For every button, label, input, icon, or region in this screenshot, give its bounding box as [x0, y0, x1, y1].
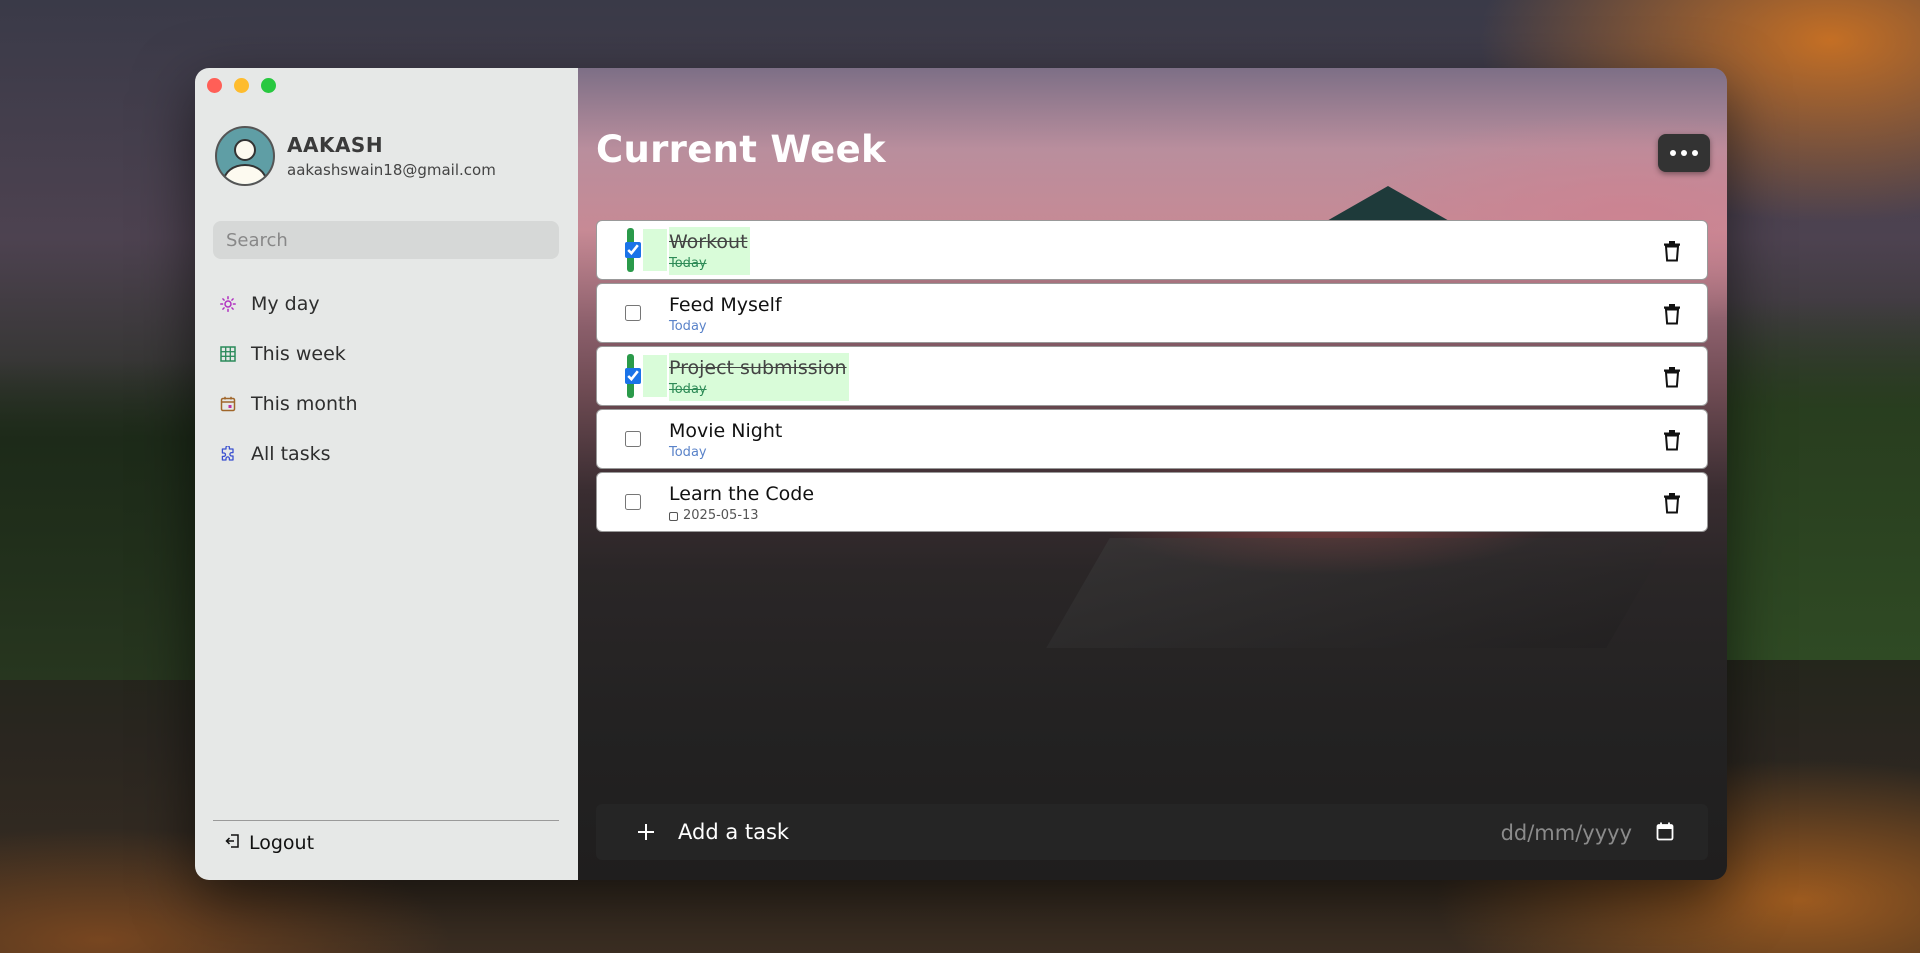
page-title: Current Week [596, 128, 886, 171]
task-date: Today [669, 319, 707, 334]
user-name: AAKASH [287, 133, 384, 157]
task-date-value: 2025-05-13 [683, 508, 759, 523]
add-task-input[interactable] [676, 811, 1380, 853]
sidebar-item-label: This week [251, 343, 346, 365]
sidebar-nav: My day This week This month All tasks [219, 279, 358, 479]
more-options-button[interactable] [1658, 134, 1710, 172]
calendar-icon [219, 395, 237, 413]
puzzle-icon [219, 445, 237, 463]
trash-icon [1664, 493, 1680, 514]
sidebar-item-label: All tasks [251, 443, 331, 465]
task-title: Feed Myself [669, 294, 782, 316]
sun-icon [219, 295, 237, 313]
task-text: Learn the Code 2025-05-13 [669, 479, 816, 527]
background-pier [1046, 538, 1670, 648]
background-forest-left [0, 360, 200, 680]
task-item: Workout Today [596, 220, 1708, 280]
task-title: Movie Night [669, 420, 783, 442]
search-input[interactable] [213, 221, 559, 259]
done-highlight [643, 355, 667, 397]
logout-label: Logout [249, 832, 315, 854]
sidebar-item-this-week[interactable]: This week [219, 329, 358, 379]
sidebar-item-all-tasks[interactable]: All tasks [219, 429, 358, 479]
calendar-icon [669, 511, 678, 521]
trash-icon [1664, 367, 1680, 388]
delete-task-button[interactable] [1663, 303, 1681, 325]
task-text: Feed Myself Today [669, 290, 784, 338]
delete-task-button[interactable] [1663, 366, 1681, 388]
task-date: 2025-05-13 [669, 507, 814, 525]
trash-icon [1664, 304, 1680, 325]
divider [213, 820, 559, 821]
task-date: Today [669, 445, 707, 460]
close-window-button[interactable] [207, 78, 222, 93]
app-window: AAKASH aakashswain18@gmail.com My day Th… [195, 68, 1727, 880]
more-icon-dot [1681, 150, 1687, 156]
plus-icon[interactable] [636, 822, 656, 842]
task-checkbox[interactable] [625, 494, 641, 510]
user-email: aakashswain18@gmail.com [287, 161, 496, 179]
delete-task-button[interactable] [1663, 429, 1681, 451]
task-date: Today [669, 256, 707, 271]
trash-icon [1664, 430, 1680, 451]
sidebar-item-this-month[interactable]: This month [219, 379, 358, 429]
task-list: Workout Today Feed Myself Today Project … [596, 220, 1708, 535]
calendar-picker-button[interactable] [1656, 822, 1674, 841]
logout-icon [225, 833, 241, 853]
task-text: Workout Today [669, 227, 750, 275]
user-profile: AAKASH aakashswain18@gmail.com [215, 126, 496, 186]
sidebar-item-my-day[interactable]: My day [219, 279, 358, 329]
task-text: Movie Night Today [669, 416, 784, 464]
calendar-icon [1656, 822, 1674, 841]
delete-task-button[interactable] [1663, 492, 1681, 514]
task-checkbox[interactable] [625, 368, 641, 384]
done-highlight [643, 229, 667, 271]
sidebar-item-label: This month [251, 393, 358, 415]
task-checkbox[interactable] [625, 242, 641, 258]
sidebar: AAKASH aakashswain18@gmail.com My day Th… [195, 68, 578, 880]
maximize-window-button[interactable] [261, 78, 276, 93]
task-item: Movie Night Today [596, 409, 1708, 469]
sidebar-item-label: My day [251, 293, 320, 315]
add-task-bar [596, 804, 1708, 860]
task-checkbox[interactable] [625, 431, 641, 447]
trash-icon [1664, 241, 1680, 262]
grid-icon [219, 345, 237, 363]
due-date-input[interactable] [1460, 814, 1634, 852]
task-text: Project submission Today [669, 353, 849, 401]
delete-task-button[interactable] [1663, 240, 1681, 262]
main-panel: Current Week Workout Today Feed Myself T… [578, 68, 1727, 880]
task-item: Project submission Today [596, 346, 1708, 406]
avatar [215, 126, 275, 186]
task-title: Project submission [669, 357, 847, 379]
more-icon [1670, 150, 1676, 156]
task-item: Feed Myself Today [596, 283, 1708, 343]
task-title: Learn the Code [669, 483, 815, 505]
task-item: Learn the Code 2025-05-13 [596, 472, 1708, 532]
task-checkbox[interactable] [625, 305, 641, 321]
more-icon-dot [1692, 150, 1698, 156]
task-date: Today [669, 382, 707, 397]
task-title: Workout [669, 231, 748, 253]
logout-button[interactable]: Logout [225, 832, 314, 854]
window-controls [207, 78, 276, 93]
minimize-window-button[interactable] [234, 78, 249, 93]
